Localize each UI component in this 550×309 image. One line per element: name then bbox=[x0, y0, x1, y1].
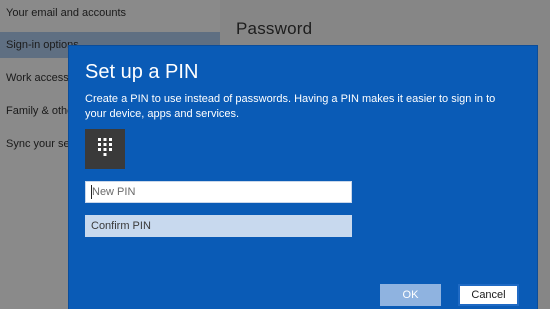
dialog-description: Create a PIN to use instead of passwords… bbox=[85, 93, 496, 120]
set-up-pin-dialog: Set up a PIN Create a PIN to use instead… bbox=[69, 46, 537, 309]
sidebar-item-label: Work access bbox=[6, 72, 69, 84]
keypad-icon-glyph bbox=[98, 138, 112, 156]
dialog-title: Set up a PIN bbox=[85, 61, 199, 83]
text-caret bbox=[91, 185, 92, 199]
confirm-pin-field[interactable] bbox=[85, 215, 352, 237]
sidebar-item-email-accounts[interactable]: Your email and accounts bbox=[0, 0, 220, 26]
sidebar-item-label: Sign-in options bbox=[6, 39, 79, 51]
section-title-password: Password bbox=[236, 19, 313, 38]
new-pin-field[interactable] bbox=[85, 181, 352, 203]
keypad-icon bbox=[85, 129, 125, 169]
sidebar-item-label: Your email and accounts bbox=[6, 7, 127, 19]
cancel-button[interactable]: Cancel bbox=[458, 284, 519, 306]
settings-window: Your email and accounts Sign-in options … bbox=[0, 0, 550, 309]
ok-button[interactable]: OK bbox=[380, 284, 441, 306]
